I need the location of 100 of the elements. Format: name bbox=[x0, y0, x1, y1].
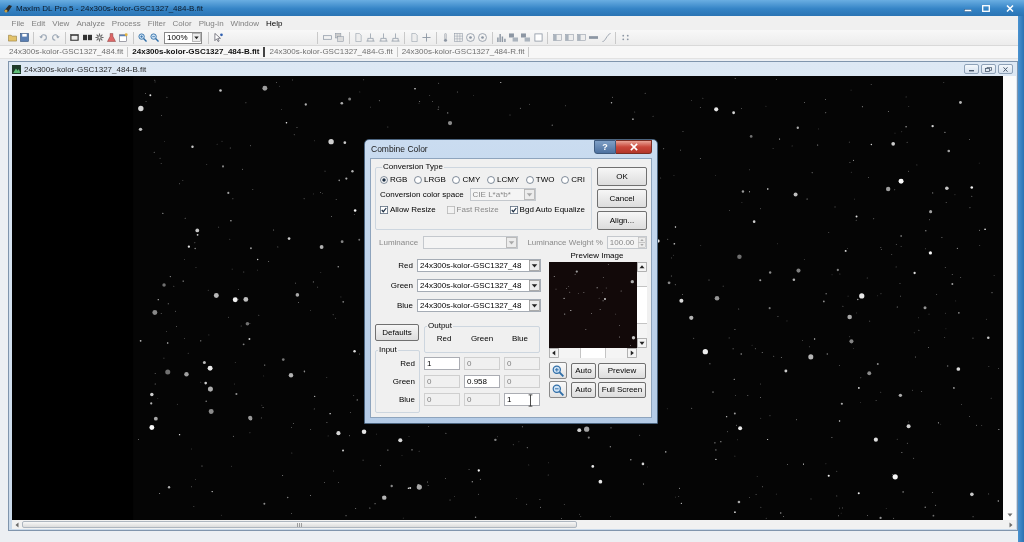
close-icon bbox=[1002, 66, 1009, 72]
radio-option[interactable]: LRGB bbox=[414, 175, 446, 184]
image-document-icon bbox=[12, 64, 21, 74]
document-tab[interactable]: 24x300s-kolor-GSC1327_484.fit bbox=[5, 47, 129, 57]
matrix-field[interactable]: 1 bbox=[504, 393, 540, 406]
maximize-icon[interactable] bbox=[982, 4, 990, 12]
plus-icon[interactable] bbox=[422, 33, 432, 42]
close-button[interactable] bbox=[998, 64, 1013, 74]
preview-action-button[interactable]: Full Screen bbox=[598, 381, 646, 398]
close-icon bbox=[628, 143, 639, 151]
close-button[interactable] bbox=[616, 140, 652, 154]
channel-dropdown[interactable]: 24x300s-kolor-GSC1327_48 bbox=[417, 298, 541, 312]
cursor-arrow-icon[interactable] bbox=[213, 33, 223, 42]
tray-icon[interactable] bbox=[366, 33, 376, 42]
vertical-scrollbar[interactable] bbox=[637, 262, 647, 348]
window-title: MaxIm DL Pro 5 - 24x300s-kolor-GSC1327_484-B.fit bbox=[16, 3, 203, 13]
radio-option[interactable]: CRI bbox=[561, 175, 585, 184]
document-tab[interactable]: 24x300s-kolor-GSC1327_484-B.fit bbox=[128, 47, 266, 57]
zoom-in-icon[interactable] bbox=[138, 33, 148, 42]
document-tab[interactable]: 24x300s-kolor-GSC1327_484-G.fit bbox=[265, 47, 398, 57]
tray-icon[interactable] bbox=[390, 33, 400, 42]
text-cursor-icon bbox=[528, 394, 533, 407]
channel-label: Green bbox=[389, 280, 414, 290]
blocks-icon[interactable] bbox=[521, 33, 531, 42]
document-icon[interactable] bbox=[409, 33, 419, 42]
row-label: Red bbox=[400, 359, 415, 368]
scrollbar-thumb[interactable] bbox=[580, 348, 606, 358]
rectangle-icon[interactable] bbox=[322, 33, 332, 42]
radio-option[interactable]: TWO bbox=[525, 175, 555, 184]
zoom-button[interactable] bbox=[549, 362, 567, 379]
horizontal-scrollbar[interactable] bbox=[12, 520, 1016, 529]
group-label: Input bbox=[378, 345, 398, 355]
preview-label: Preview Image bbox=[570, 251, 624, 260]
right-arrow-icon[interactable] bbox=[627, 348, 637, 358]
scrollbar-thumb[interactable] bbox=[637, 286, 647, 324]
column-header: Green bbox=[469, 334, 495, 344]
group-label: Output bbox=[427, 321, 453, 331]
channel-label: Red bbox=[397, 260, 414, 270]
zoom-dropdown[interactable]: 100% bbox=[164, 31, 203, 44]
checkbox-option[interactable]: Bgd Auto Equalize bbox=[509, 205, 585, 214]
menu-item[interactable]: Help bbox=[262, 18, 286, 28]
bar-chart-icon[interactable] bbox=[497, 33, 507, 42]
dropdown-arrow-icon bbox=[192, 33, 202, 42]
tray-icon[interactable] bbox=[378, 33, 388, 42]
image-window-icon[interactable] bbox=[70, 33, 80, 42]
channel-dropdown[interactable]: 24x300s-kolor-GSC1327_48 bbox=[417, 258, 541, 272]
preview-action-button[interactable]: Preview bbox=[598, 362, 646, 379]
restore-icon bbox=[985, 66, 992, 72]
radio-option[interactable]: RGB bbox=[380, 175, 408, 184]
horizontal-scrollbar[interactable] bbox=[549, 348, 637, 358]
zoom-out-icon[interactable] bbox=[150, 33, 160, 42]
blocks-icon[interactable] bbox=[509, 33, 519, 42]
panel-icon[interactable] bbox=[577, 33, 587, 42]
zoom-in-icon bbox=[552, 364, 564, 377]
bar-icon[interactable] bbox=[589, 33, 599, 42]
minimize-button[interactable] bbox=[964, 64, 979, 74]
dots-icon[interactable] bbox=[620, 33, 630, 42]
redo-icon[interactable] bbox=[51, 33, 61, 42]
checkbox-option[interactable]: Allow Resize bbox=[380, 205, 436, 214]
restore-button[interactable] bbox=[981, 64, 996, 74]
panel-icon[interactable] bbox=[552, 33, 562, 42]
matrix-field[interactable]: 0.958 bbox=[464, 375, 500, 388]
app-icon bbox=[3, 3, 13, 13]
undo-icon[interactable] bbox=[38, 33, 48, 42]
channel-dropdown[interactable]: 24x300s-kolor-GSC1327_48 bbox=[417, 278, 541, 292]
column-header: Red bbox=[435, 334, 453, 344]
grip-icon bbox=[296, 522, 303, 527]
zoom-button[interactable] bbox=[549, 381, 567, 398]
align-button[interactable]: Align... bbox=[597, 211, 647, 230]
radio-option[interactable]: LCMY bbox=[486, 175, 520, 184]
auto-button[interactable]: Auto bbox=[571, 362, 596, 379]
vertical-scrollbar[interactable] bbox=[1003, 76, 1016, 520]
row-label: Green bbox=[392, 377, 415, 386]
cancel-button[interactable]: Cancel bbox=[597, 189, 647, 208]
column-header: Blue bbox=[511, 334, 529, 344]
flask-icon[interactable] bbox=[106, 33, 116, 42]
auto-button[interactable]: Auto bbox=[571, 381, 596, 398]
close-icon[interactable] bbox=[1006, 4, 1014, 12]
matrix-field[interactable]: 1 bbox=[424, 357, 460, 370]
scrollbar-thumb[interactable] bbox=[22, 521, 577, 528]
square-icon[interactable] bbox=[533, 33, 543, 42]
grid-icon[interactable] bbox=[453, 33, 463, 42]
document-icon[interactable] bbox=[354, 33, 364, 42]
twin-block-icon[interactable] bbox=[82, 33, 92, 42]
document-tab[interactable]: 24x300s-kolor-GSC1327_484-R.fit bbox=[397, 47, 530, 57]
left-arrow-icon[interactable] bbox=[549, 348, 559, 358]
defaults-button[interactable]: Defaults bbox=[375, 324, 419, 341]
radio-option[interactable]: CMY bbox=[452, 175, 481, 184]
panel-icon[interactable] bbox=[565, 33, 575, 42]
open-folder-icon[interactable] bbox=[7, 33, 17, 42]
window-icon[interactable] bbox=[119, 33, 129, 42]
save-icon[interactable] bbox=[19, 33, 29, 42]
gear-icon[interactable] bbox=[94, 33, 104, 42]
field-label: Luminance Weight % bbox=[527, 237, 603, 247]
image-window-title: 24x300s-kolor-GSC1327_484-B.fit bbox=[24, 64, 147, 74]
up-arrow-icon[interactable] bbox=[637, 262, 647, 272]
ok-button[interactable]: OK bbox=[597, 167, 647, 186]
curve-icon[interactable] bbox=[601, 33, 611, 42]
down-arrow-icon[interactable] bbox=[637, 338, 647, 348]
stacked-pages-icon[interactable] bbox=[335, 33, 345, 42]
